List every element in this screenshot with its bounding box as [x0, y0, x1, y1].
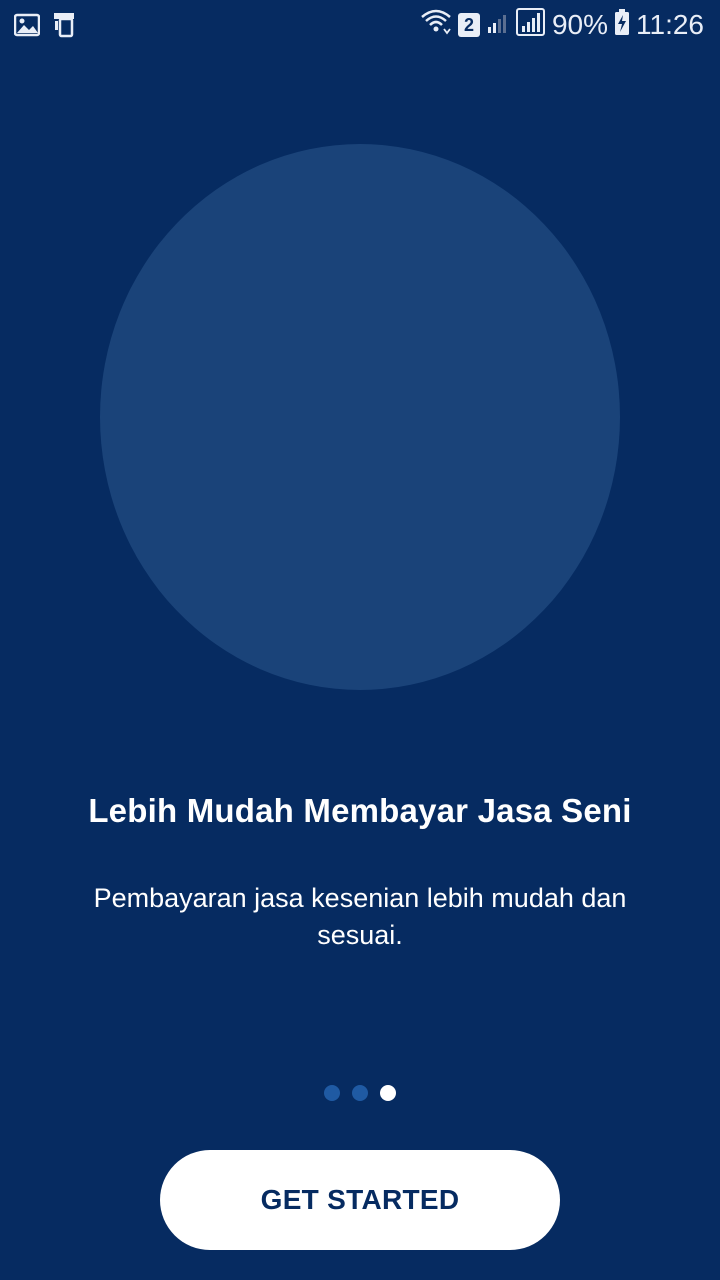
- sim2-badge: 2: [457, 13, 480, 37]
- image-icon: [13, 13, 41, 42]
- page-dot-1: [324, 1085, 340, 1101]
- page-indicator: [0, 1085, 720, 1101]
- onboarding-title: Lebih Mudah Membayar Jasa Seni: [88, 792, 632, 829]
- wifi-icon: [420, 9, 452, 42]
- page-dot-3: [380, 1085, 396, 1101]
- status-left-icons: [13, 12, 78, 43]
- battery-percent: 90%: [551, 9, 608, 40]
- status-bar: 2 90% 11:26: [0, 0, 720, 50]
- transfer-icon: [52, 12, 78, 43]
- page-dot-2: [352, 1085, 368, 1101]
- clock: 11:26: [636, 9, 704, 40]
- status-right-icons: 2 90% 11:26: [420, 6, 704, 44]
- get-started-button[interactable]: GET STARTED: [160, 1150, 560, 1250]
- signal-weak-icon: [486, 9, 510, 42]
- battery-charging-icon: [614, 8, 630, 43]
- signal-icon: [515, 7, 546, 43]
- illustration-placeholder: [100, 144, 620, 690]
- onboarding-description: Pembayaran jasa kesenian lebih mudah dan…: [93, 883, 627, 950]
